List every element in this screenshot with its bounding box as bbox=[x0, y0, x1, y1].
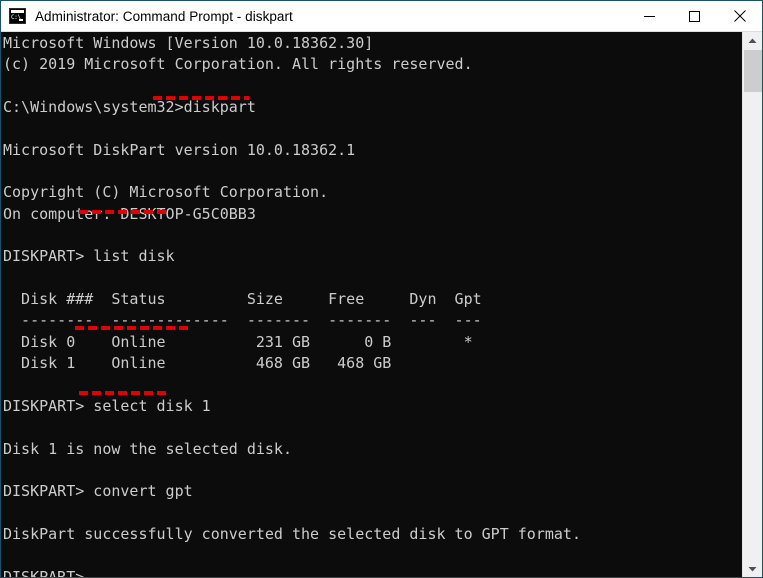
close-button[interactable] bbox=[717, 1, 762, 31]
command-prompt-window: C:\ Administrator: Command Prompt - disk… bbox=[0, 0, 763, 578]
minimize-button[interactable] bbox=[627, 1, 672, 31]
maximize-button[interactable] bbox=[672, 1, 717, 31]
icon-cursor-glyph bbox=[19, 19, 23, 21]
annotation-underline bbox=[79, 391, 167, 395]
window-controls bbox=[627, 1, 762, 31]
title-bar[interactable]: C:\ Administrator: Command Prompt - disk… bbox=[1, 1, 762, 32]
window-title: Administrator: Command Prompt - diskpart bbox=[35, 8, 293, 24]
annotation-underline bbox=[75, 326, 192, 330]
annotation-underline bbox=[79, 210, 167, 214]
icon-titlebar-stripe bbox=[11, 10, 24, 13]
vertical-scrollbar[interactable] bbox=[742, 32, 762, 577]
scroll-up-arrow[interactable] bbox=[743, 32, 762, 49]
scroll-thumb[interactable] bbox=[744, 50, 762, 92]
scroll-down-arrow[interactable] bbox=[743, 560, 762, 577]
annotation-underline bbox=[153, 96, 249, 100]
command-prompt-icon[interactable]: C:\ bbox=[9, 8, 26, 24]
console-text: Microsoft Windows [Version 10.0.18362.30… bbox=[3, 34, 581, 577]
console-output-area[interactable]: Microsoft Windows [Version 10.0.18362.30… bbox=[1, 32, 742, 577]
